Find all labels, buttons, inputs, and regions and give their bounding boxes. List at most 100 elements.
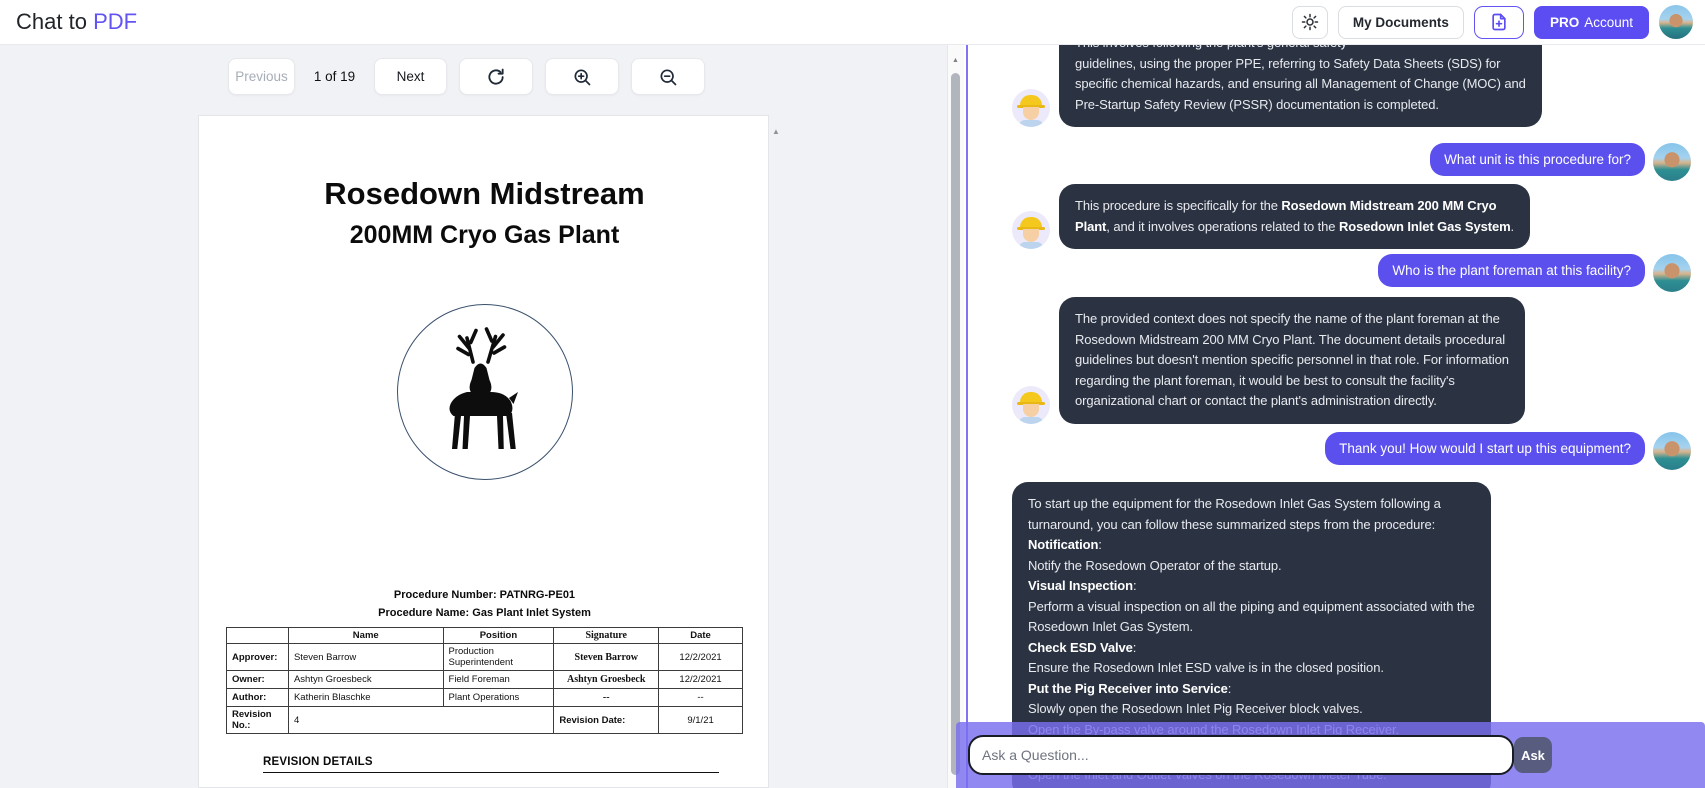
refresh-icon <box>486 67 506 87</box>
message-line: Slowly open the Rosedown Inlet Pig Recei… <box>1028 699 1475 720</box>
stag-icon <box>410 317 560 467</box>
bot-bubble: The provided context does not specify th… <box>1059 297 1525 424</box>
message-line: Notify the Rosedown Operator of the star… <box>1028 556 1475 577</box>
bot-shirt <box>1019 417 1043 424</box>
main-split: Previous 1 of 19 Next <box>0 45 1705 788</box>
bot-avatar <box>1012 89 1050 127</box>
scrollbar-thumb[interactable] <box>951 73 960 775</box>
user-avatar <box>1653 432 1691 470</box>
message-line: To start up the equipment for the Rosedo… <box>1028 494 1475 515</box>
procedure-meta: Procedure Number: PATNRG-PE01 Procedure … <box>226 586 743 622</box>
message-line: Rosedown Inlet Gas System. <box>1028 617 1475 638</box>
pro-account-button[interactable]: PRO Account <box>1534 6 1649 39</box>
procedure-name: Procedure Name: Gas Plant Inlet System <box>226 604 743 622</box>
revision-row: Revision No.: 4 Revision Date: 9/1/21 <box>227 707 743 734</box>
scroll-up-arrow[interactable]: ▲ <box>772 127 780 136</box>
pro-badge: PRO <box>1550 15 1579 30</box>
bot-shirt <box>1019 120 1043 127</box>
message-line: Plant, and it involves operations relate… <box>1075 217 1514 238</box>
document-title: Rosedown Midstream <box>226 176 743 212</box>
header-blank <box>227 628 289 644</box>
previous-page-button[interactable]: Previous <box>228 58 295 95</box>
message-line: Perform a visual inspection on all the p… <box>1028 597 1475 618</box>
message-line: Visual Inspection: <box>1028 576 1475 597</box>
table-header-row: Name Position Signature Date <box>227 628 743 644</box>
user-message: Thank you! How would I start up this equ… <box>1325 432 1691 470</box>
top-bar: Chat to PDF My Documents <box>0 0 1705 45</box>
ask-button[interactable]: Ask <box>1514 737 1552 773</box>
message-line: Put the Pig Receiver into Service: <box>1028 679 1475 700</box>
bot-bubble: This involves following the plant's gene… <box>1059 45 1542 127</box>
message-line: This procedure is specifically for the R… <box>1075 196 1514 217</box>
message-line: Notification: <box>1028 535 1475 556</box>
message-line: Pre-Startup Safety Review (PSSR) documen… <box>1075 95 1526 116</box>
question-input[interactable] <box>968 735 1514 775</box>
bot-message: This procedure is specifically for the R… <box>1012 184 1530 249</box>
bot-bubble: This procedure is specifically for the R… <box>1059 184 1530 249</box>
next-label: Next <box>397 69 425 84</box>
theme-toggle-button[interactable] <box>1292 6 1328 39</box>
account-label: Account <box>1584 15 1633 30</box>
rotate-refresh-button[interactable] <box>459 58 533 95</box>
message-line: Check ESD Valve: <box>1028 638 1475 659</box>
user-avatar <box>1653 254 1691 292</box>
bot-avatar <box>1012 211 1050 249</box>
user-bubble: What unit is this procedure for? <box>1430 143 1645 176</box>
bot-face <box>1023 229 1039 242</box>
chat-panel: ▲ This involves following the plant's ge… <box>947 45 1705 788</box>
bot-face <box>1023 107 1039 120</box>
user-avatar <box>1653 143 1691 181</box>
revision-details-heading: REVISION DETAILS <box>263 756 719 773</box>
header-signature: Signature <box>554 628 659 644</box>
message-line: guidelines, using the proper PPE, referr… <box>1075 54 1526 75</box>
pdf-toolbar: Previous 1 of 19 Next <box>228 58 705 95</box>
table-row: Owner: Ashtyn Groesbeck Field Foreman As… <box>227 671 743 689</box>
header-date: Date <box>659 628 743 644</box>
zoom-in-icon <box>572 67 592 87</box>
message-line: organizational chart or contact the plan… <box>1075 391 1509 412</box>
chat-accent-divider <box>966 45 968 788</box>
zoom-out-button[interactable] <box>631 58 705 95</box>
file-plus-icon <box>1489 12 1509 32</box>
my-documents-label: My Documents <box>1353 15 1449 30</box>
document-subtitle: 200MM Cryo Gas Plant <box>226 221 743 250</box>
message-line: guidelines but doesn't mention specific … <box>1075 350 1509 371</box>
next-page-button[interactable]: Next <box>374 58 447 95</box>
table-row: Author: Katherin Blaschke Plant Operatio… <box>227 689 743 707</box>
chat-scrollbar[interactable]: ▲ <box>948 45 964 788</box>
app-logo: Chat to PDF <box>16 9 137 35</box>
scrollbar-up-arrow[interactable]: ▲ <box>952 57 959 64</box>
message-line: The provided context does not specify th… <box>1075 309 1509 330</box>
bot-face <box>1023 404 1039 417</box>
pdf-page: Rosedown Midstream 200MM Cryo Gas Plant <box>198 115 769 788</box>
zoom-in-button[interactable] <box>545 58 619 95</box>
logo-text: Chat to <box>16 9 87 34</box>
bot-message: This involves following the plant's gene… <box>1012 45 1542 127</box>
user-message: What unit is this procedure for? <box>1430 143 1691 181</box>
message-line: turnaround, you can follow these summari… <box>1028 515 1475 536</box>
user-bubble: Thank you! How would I start up this equ… <box>1325 432 1645 465</box>
my-documents-button[interactable]: My Documents <box>1338 6 1464 39</box>
company-logo <box>397 304 573 480</box>
pdf-viewer-panel: Previous 1 of 19 Next <box>0 45 947 788</box>
procedure-number: Procedure Number: PATNRG-PE01 <box>226 586 743 604</box>
user-bubble: Who is the plant foreman at this facilit… <box>1378 254 1645 287</box>
message-line: Rosedown Midstream 200 MM Cryo Plant. Th… <box>1075 330 1509 351</box>
previous-label: Previous <box>235 69 288 84</box>
logo-text-accent: PDF <box>93 9 137 34</box>
approval-table: Name Position Signature Date Approver: S… <box>226 627 743 734</box>
topbar-actions: My Documents PRO Account <box>1292 5 1693 39</box>
user-avatar[interactable] <box>1659 5 1693 39</box>
message-line: Ensure the Rosedown Inlet ESD valve is i… <box>1028 658 1475 679</box>
bot-avatar <box>1012 386 1050 424</box>
bot-message: The provided context does not specify th… <box>1012 297 1525 424</box>
add-document-button[interactable] <box>1474 6 1524 39</box>
message-line: This involves following the plant's gene… <box>1075 45 1526 54</box>
zoom-out-icon <box>658 67 678 87</box>
sun-icon <box>1301 13 1319 31</box>
ask-button-label: Ask <box>1521 748 1545 763</box>
chat-input-bar: Ask <box>956 722 1705 788</box>
message-line: regarding the plant foreman, it would be… <box>1075 371 1509 392</box>
header-name: Name <box>288 628 443 644</box>
message-line: specific chemical hazards, and ensuring … <box>1075 74 1526 95</box>
